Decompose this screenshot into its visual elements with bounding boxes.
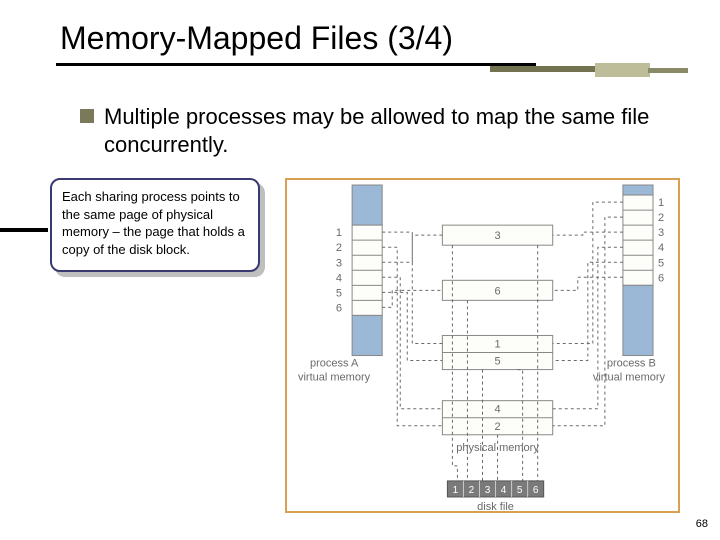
page-number: 68 <box>696 518 708 530</box>
callout-text: Each sharing process points to the same … <box>50 178 260 272</box>
procA-page-1: 1 <box>336 227 342 239</box>
procB-page-6: 6 <box>658 272 664 284</box>
svg-text:6: 6 <box>494 285 500 297</box>
bullet-square-icon <box>80 109 94 123</box>
svg-text:5: 5 <box>494 356 500 368</box>
procA-page-2: 2 <box>336 242 342 254</box>
procA-label-line1: process A <box>310 358 359 370</box>
procA-page-6: 6 <box>336 302 342 314</box>
bullet-item: Multiple processes may be allowed to map… <box>80 103 680 158</box>
svg-text:2: 2 <box>469 485 475 496</box>
svg-text:1: 1 <box>453 485 459 496</box>
procA-page-5: 5 <box>336 287 342 299</box>
side-decoration <box>0 228 48 232</box>
phys-block-2: 6 <box>442 280 552 300</box>
slide-title: Memory-Mapped Files (3/4) <box>60 20 680 57</box>
title-decoration <box>60 63 680 75</box>
svg-text:4: 4 <box>494 404 500 416</box>
svg-text:1: 1 <box>494 339 500 351</box>
disk-label: disk file <box>477 501 514 511</box>
procA-label-line2: virtual memory <box>298 372 371 384</box>
phys-block-1: 3 <box>442 225 552 245</box>
procB-page-4: 4 <box>658 242 664 254</box>
procB-page-5: 5 <box>658 257 664 269</box>
procB-page-2: 2 <box>658 212 664 224</box>
svg-text:5: 5 <box>517 485 523 496</box>
bullet-text: Multiple processes may be allowed to map… <box>104 103 680 158</box>
procA-page-3: 3 <box>336 257 342 269</box>
svg-text:3: 3 <box>494 230 500 242</box>
svg-text:6: 6 <box>533 485 539 496</box>
svg-text:3: 3 <box>485 485 491 496</box>
phys-block-3: 1 5 <box>442 335 552 369</box>
procB-label-line1: process B <box>607 358 656 370</box>
procB-page-3: 3 <box>658 227 664 239</box>
procB-label-line2: virtual memory <box>593 372 666 384</box>
procA-page-4: 4 <box>336 272 342 284</box>
phys-block-4: 4 2 <box>442 401 552 435</box>
memory-diagram: 1 2 3 4 5 6 process A virtual memory 1 2 <box>285 178 680 513</box>
svg-text:4: 4 <box>501 485 507 496</box>
callout-box: Each sharing process points to the same … <box>50 178 275 298</box>
svg-text:2: 2 <box>494 421 500 433</box>
disk-file: 1 2 3 4 5 6 <box>447 481 543 497</box>
procB-page-1: 1 <box>658 197 664 209</box>
